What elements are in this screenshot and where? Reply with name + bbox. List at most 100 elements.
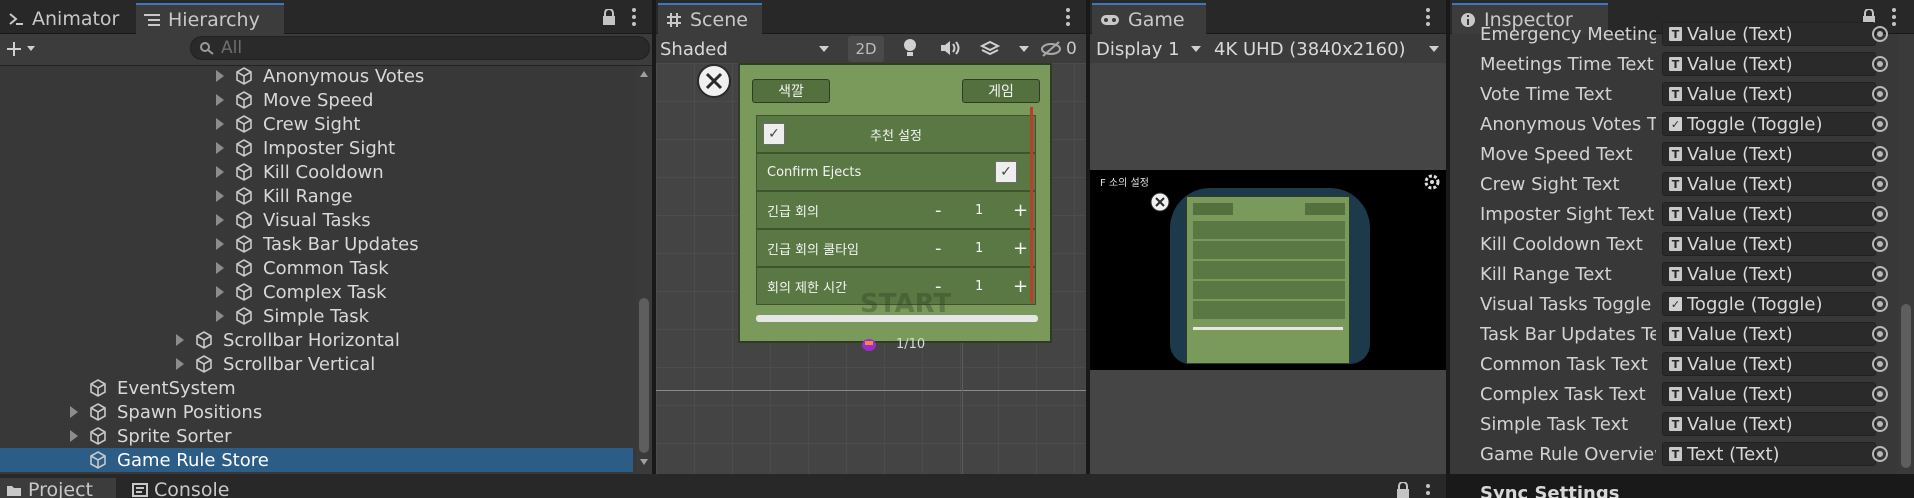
object-field[interactable]: T Value (Text) xyxy=(1662,262,1876,286)
expand-arrow-icon[interactable] xyxy=(216,142,224,154)
expand-arrow-icon[interactable] xyxy=(216,94,224,106)
scroll-up-icon[interactable] xyxy=(639,70,649,78)
scene-menu-icon[interactable] xyxy=(1066,8,1070,26)
object-picker-icon[interactable] xyxy=(1872,86,1888,102)
tab-color-button[interactable]: 색깔 xyxy=(752,79,830,103)
resolution-dropdown[interactable]: 4K UHD (3840x2160) xyxy=(1214,36,1446,62)
minus-button[interactable]: - xyxy=(935,200,942,221)
plus-button[interactable]: + xyxy=(1013,238,1028,259)
hierarchy-item[interactable]: Anonymous Votes xyxy=(0,64,633,88)
object-field[interactable]: T Value (Text) xyxy=(1662,142,1876,166)
settings-gear-icon[interactable] xyxy=(1424,174,1440,190)
object-picker-icon[interactable] xyxy=(1872,56,1888,72)
hierarchy-scroll-thumb[interactable] xyxy=(639,298,649,453)
object-picker-icon[interactable] xyxy=(1872,326,1888,342)
preset-checkbox[interactable]: ✓ xyxy=(763,123,785,145)
object-field[interactable]: ✓ Toggle (Toggle) xyxy=(1662,292,1876,316)
hierarchy-item[interactable]: Complex Task xyxy=(0,280,633,304)
tab-game-button[interactable]: 게임 xyxy=(962,79,1040,103)
object-picker-icon[interactable] xyxy=(1872,176,1888,192)
tab-game[interactable]: Game xyxy=(1092,3,1206,34)
hierarchy-item[interactable]: Sprite Sorter xyxy=(0,424,633,448)
hierarchy-menu-icon[interactable] xyxy=(632,8,636,26)
object-picker-icon[interactable] xyxy=(1872,236,1888,252)
search-input[interactable]: All xyxy=(190,36,650,60)
object-field[interactable]: T Value (Text) xyxy=(1662,232,1876,256)
object-field[interactable]: T Text (Text) xyxy=(1662,442,1876,466)
chevron-down-icon[interactable] xyxy=(1018,45,1030,53)
expand-arrow-icon[interactable] xyxy=(216,118,224,130)
expand-arrow-icon[interactable] xyxy=(216,286,224,298)
mode-2d-toggle[interactable]: 2D xyxy=(848,36,884,62)
hierarchy-item[interactable]: Game Rule Store xyxy=(0,448,633,472)
object-field[interactable]: T Value (Text) xyxy=(1662,202,1876,226)
object-field[interactable]: T Value (Text) xyxy=(1662,52,1876,76)
object-picker-icon[interactable] xyxy=(1872,386,1888,402)
close-icon[interactable] xyxy=(696,63,732,99)
expand-arrow-icon[interactable] xyxy=(216,70,224,82)
expand-arrow-icon[interactable] xyxy=(70,430,78,442)
hierarchy-item[interactable]: Simple Task xyxy=(0,304,633,328)
hierarchy-item[interactable]: Crew Sight xyxy=(0,112,633,136)
scroll-down-icon[interactable] xyxy=(639,458,649,466)
object-field[interactable]: T Value (Text) xyxy=(1662,352,1876,376)
expand-arrow-icon[interactable] xyxy=(216,214,224,226)
expand-arrow-icon[interactable] xyxy=(216,238,224,250)
expand-arrow-icon[interactable] xyxy=(216,310,224,322)
hierarchy-item[interactable]: Scrollbar Horizontal xyxy=(0,328,633,352)
object-picker-icon[interactable] xyxy=(1872,26,1888,42)
expand-arrow-icon[interactable] xyxy=(216,166,224,178)
hierarchy-item[interactable]: Task Bar Updates xyxy=(0,232,633,256)
plus-button[interactable]: + xyxy=(1013,276,1028,297)
lock-icon[interactable] xyxy=(602,9,616,25)
tab-animator[interactable]: Animator xyxy=(0,3,134,34)
expand-arrow-icon[interactable] xyxy=(176,358,184,370)
object-field[interactable]: T Value (Text) xyxy=(1662,382,1876,406)
close-icon[interactable] xyxy=(1150,192,1170,212)
shading-dropdown[interactable]: Shaded xyxy=(660,36,840,62)
hierarchy-item[interactable]: EventSystem xyxy=(0,376,633,400)
hierarchy-item[interactable]: Imposter Sight xyxy=(0,136,633,160)
object-picker-icon[interactable] xyxy=(1872,266,1888,282)
plus-button[interactable]: + xyxy=(1013,200,1028,221)
object-field[interactable]: ✓ Toggle (Toggle) xyxy=(1662,112,1876,136)
lighting-icon[interactable] xyxy=(902,38,918,58)
expand-arrow-icon[interactable] xyxy=(70,406,78,418)
object-picker-icon[interactable] xyxy=(1872,416,1888,432)
object-picker-icon[interactable] xyxy=(1872,116,1888,132)
object-field[interactable]: T Value (Text) xyxy=(1662,322,1876,346)
lock-icon[interactable] xyxy=(1396,482,1410,498)
hierarchy-scrollbar[interactable] xyxy=(636,66,652,474)
bottom-menu-icon[interactable] xyxy=(1426,484,1430,498)
tab-scene[interactable]: Scene xyxy=(658,3,762,34)
expand-arrow-icon[interactable] xyxy=(216,262,224,274)
display-dropdown[interactable]: Display 1 xyxy=(1096,36,1208,62)
tab-console[interactable]: Console xyxy=(130,478,250,498)
section-header[interactable]: Sync Settings xyxy=(1480,483,1619,498)
object-field[interactable]: T Value (Text) xyxy=(1662,412,1876,436)
object-field[interactable]: T Value (Text) xyxy=(1662,172,1876,196)
hierarchy-item[interactable]: Kill Range xyxy=(0,184,633,208)
hierarchy-item[interactable]: Kill Cooldown xyxy=(0,160,633,184)
visibility-toggle[interactable]: 0 xyxy=(1040,36,1084,62)
object-picker-icon[interactable] xyxy=(1872,146,1888,162)
effects-icon[interactable] xyxy=(980,38,1000,58)
confirm-ejects-checkbox[interactable]: ✓ xyxy=(995,161,1017,183)
expand-arrow-icon[interactable] xyxy=(216,190,224,202)
hierarchy-item[interactable]: Move Speed xyxy=(0,88,633,112)
expand-arrow-icon[interactable] xyxy=(176,334,184,346)
object-picker-icon[interactable] xyxy=(1872,446,1888,462)
object-picker-icon[interactable] xyxy=(1872,206,1888,222)
settings-scroll-vertical[interactable] xyxy=(1030,107,1033,303)
audio-icon[interactable] xyxy=(940,40,962,56)
inspector-scroll-thumb[interactable] xyxy=(1901,304,1911,468)
hierarchy-item[interactable]: Visual Tasks xyxy=(0,208,633,232)
tab-project[interactable]: Project xyxy=(0,478,116,498)
object-field[interactable]: T Value (Text) xyxy=(1662,22,1876,46)
hierarchy-item[interactable]: Common Task xyxy=(0,256,633,280)
object-picker-icon[interactable] xyxy=(1872,356,1888,372)
object-field[interactable]: T Value (Text) xyxy=(1662,82,1876,106)
settings-panel-preview[interactable]: 색깔 게임 ✓ 추천 설정 Confirm Ejects ✓ 긴급 회의 - 1… xyxy=(738,63,1052,343)
tab-hierarchy[interactable]: Hierarchy xyxy=(136,3,284,34)
inspector-scrollbar[interactable] xyxy=(1898,34,1914,474)
